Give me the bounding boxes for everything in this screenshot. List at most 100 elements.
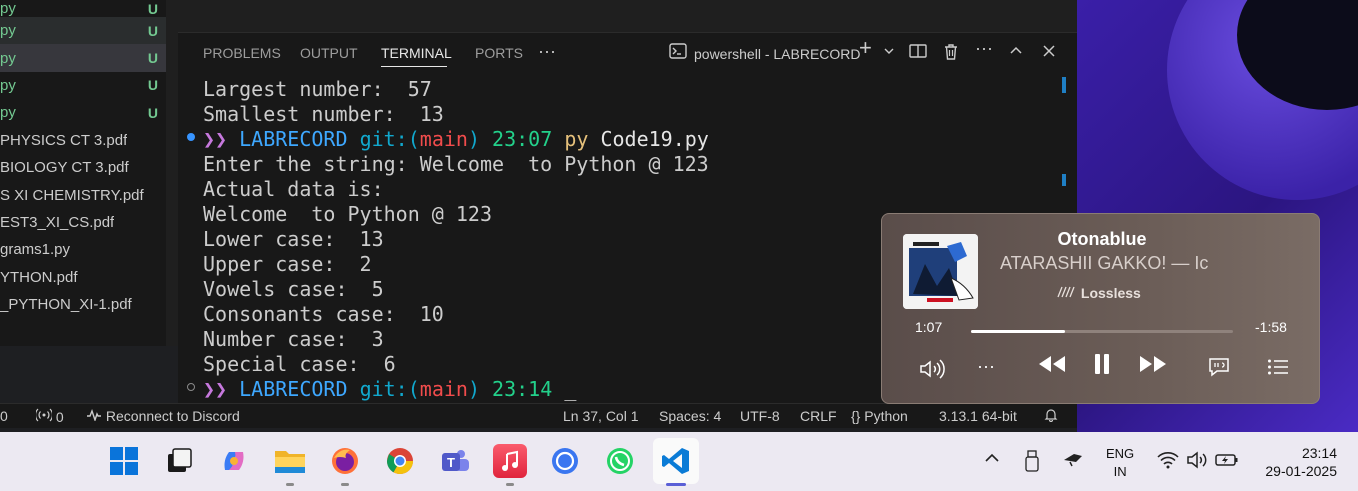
explorer-item[interactable]: py U bbox=[0, 99, 166, 126]
terminal-line: Number case: 3 bbox=[203, 327, 384, 351]
region-code: IN bbox=[1113, 464, 1127, 479]
active-tab-indicator bbox=[381, 66, 447, 67]
file-name: _PYTHON_XI-1.pdf bbox=[0, 296, 132, 314]
tab-terminal[interactable]: TERMINAL bbox=[381, 45, 452, 61]
explorer-item[interactable]: S XI CHEMISTRY.pdf bbox=[0, 181, 166, 208]
system-clock[interactable]: 23:14 29-01-2025 bbox=[1257, 444, 1337, 480]
input-language[interactable]: ENG IN bbox=[1106, 445, 1134, 481]
apple-music-icon[interactable] bbox=[493, 444, 527, 478]
explorer-item[interactable]: py U bbox=[0, 0, 166, 17]
ports-status[interactable]: 0 bbox=[34, 408, 64, 425]
explorer-item[interactable]: EST3_XI_CS.pdf bbox=[0, 209, 166, 236]
pen-icon[interactable] bbox=[1062, 450, 1084, 473]
encoding[interactable]: UTF-8 bbox=[740, 408, 780, 424]
file-explorer-icon[interactable] bbox=[273, 444, 307, 478]
git-untracked-badge: U bbox=[147, 0, 158, 17]
explorer-item[interactable]: PHYSICS CT 3.pdf bbox=[0, 127, 166, 154]
lyrics-icon[interactable] bbox=[1207, 355, 1231, 384]
running-indicator bbox=[286, 483, 294, 486]
explorer-item[interactable]: py U bbox=[0, 44, 166, 72]
album-art[interactable] bbox=[903, 234, 978, 309]
maximize-panel-chevron-up-icon[interactable] bbox=[1008, 43, 1024, 64]
explorer-item[interactable]: YTHON.pdf bbox=[0, 264, 166, 291]
explorer-item[interactable]: py U bbox=[0, 72, 166, 99]
close-panel-icon[interactable] bbox=[1042, 43, 1056, 64]
queue-list-icon[interactable] bbox=[1267, 358, 1289, 381]
terminal-line: Actual data is: bbox=[203, 177, 384, 201]
previous-track-icon[interactable] bbox=[1037, 354, 1067, 379]
wifi-icon[interactable] bbox=[1157, 451, 1179, 474]
chevron-down-icon[interactable] bbox=[883, 43, 895, 64]
python-interpreter[interactable]: 3.13.1 64-bit bbox=[939, 408, 1017, 424]
terminal-line: Smallest number: 13 bbox=[203, 102, 444, 126]
more-tabs-icon[interactable]: ··· bbox=[538, 41, 556, 62]
indentation[interactable]: Spaces: 4 bbox=[659, 408, 721, 424]
cursor-position[interactable]: Ln 37, Col 1 bbox=[563, 408, 639, 424]
prompt-git: git:( bbox=[359, 377, 420, 401]
windows-start-icon[interactable] bbox=[107, 444, 141, 478]
copilot-icon[interactable] bbox=[217, 444, 251, 478]
pause-icon[interactable] bbox=[1092, 352, 1112, 381]
prompt-arrows: ❯❯ bbox=[203, 127, 228, 151]
git-untracked-badge: U bbox=[147, 77, 158, 94]
vscode-icon[interactable] bbox=[653, 438, 699, 484]
tab-output[interactable]: OUTPUT bbox=[300, 45, 358, 61]
command-success-decoration[interactable] bbox=[187, 133, 195, 141]
tab-ports[interactable]: PORTS bbox=[475, 45, 523, 61]
battery-charging-icon[interactable] bbox=[1215, 452, 1239, 473]
signal-icon[interactable] bbox=[548, 444, 582, 478]
next-track-icon[interactable] bbox=[1138, 354, 1168, 379]
media-player: Otonablue ATARASHII GAKKO! — Ic Lossless… bbox=[881, 213, 1320, 404]
language-mode[interactable]: {} Python bbox=[851, 408, 908, 424]
file-name: py bbox=[0, 104, 16, 122]
prompt-arrows: ❯❯ bbox=[203, 377, 228, 401]
taskbar: T ENG IN 23:14 29-01-2025 bbox=[0, 432, 1358, 491]
explorer-item[interactable]: grams1.py bbox=[0, 236, 166, 263]
split-terminal-icon[interactable] bbox=[909, 43, 927, 64]
svg-text:T: T bbox=[447, 455, 455, 470]
sidebar-sash[interactable] bbox=[166, 0, 178, 346]
elapsed-time: 1:07 bbox=[915, 319, 943, 335]
broadcast-icon bbox=[34, 408, 54, 422]
volume-icon[interactable] bbox=[918, 358, 946, 385]
whatsapp-icon[interactable] bbox=[603, 444, 637, 478]
speaker-icon[interactable] bbox=[1186, 451, 1208, 474]
artist-name[interactable]: ATARASHII GAKKO! — Ic bbox=[1000, 253, 1300, 274]
prompt-dir: LABRECORD bbox=[239, 127, 348, 151]
terminal-name[interactable]: powershell - LABRECORD bbox=[694, 45, 861, 63]
git-untracked-badge: U bbox=[147, 50, 158, 67]
notifications-bell-icon[interactable] bbox=[1044, 408, 1058, 425]
terminal-line: Consonants case: 10 bbox=[203, 302, 444, 326]
command-pending-decoration[interactable] bbox=[187, 383, 195, 391]
tab-problems[interactable]: PROBLEMS bbox=[203, 45, 281, 61]
terminal-line: Vowels case: 5 bbox=[203, 277, 384, 301]
file-name: PHYSICS CT 3.pdf bbox=[0, 131, 128, 149]
explorer-item[interactable]: py U bbox=[0, 17, 166, 45]
problems-count[interactable]: 0 bbox=[0, 408, 8, 424]
terminal-output[interactable]: Largest number: 57 Smallest number: 13 ❯… bbox=[203, 77, 709, 402]
remaining-time: -1:58 bbox=[1255, 319, 1287, 335]
trash-icon[interactable] bbox=[943, 43, 959, 66]
end-of-line[interactable]: CRLF bbox=[800, 408, 837, 424]
file-name: BIOLOGY CT 3.pdf bbox=[0, 159, 129, 177]
status-bar: 0 0 Reconnect to Discord Ln 37, Col 1 Sp… bbox=[0, 403, 1077, 428]
discord-status[interactable]: Reconnect to Discord bbox=[86, 408, 240, 424]
editor-area[interactable] bbox=[178, 0, 1077, 33]
more-options-icon[interactable]: ··· bbox=[977, 356, 995, 377]
new-terminal-plus-icon[interactable]: + bbox=[859, 37, 872, 59]
terminal-line: Lower case: 13 bbox=[203, 227, 384, 251]
explorer-item[interactable]: BIOLOGY CT 3.pdf bbox=[0, 154, 166, 181]
chevron-up-icon[interactable] bbox=[984, 450, 1000, 470]
firefox-icon[interactable] bbox=[328, 444, 362, 478]
terminal-prompt: ❯❯ LABRECORD git:(main) 23:07 py Code19.… bbox=[203, 127, 709, 152]
chrome-icon[interactable] bbox=[383, 444, 417, 478]
explorer-item[interactable]: _PYTHON_XI-1.pdf bbox=[0, 291, 166, 318]
usb-drive-icon[interactable] bbox=[1025, 450, 1039, 477]
file-name: py bbox=[0, 49, 16, 67]
progress-slider[interactable] bbox=[971, 330, 1233, 333]
ports-count: 0 bbox=[55, 409, 64, 425]
task-view-icon[interactable] bbox=[162, 444, 196, 478]
more-actions-icon[interactable]: ··· bbox=[975, 39, 993, 57]
active-app-indicator bbox=[666, 483, 686, 486]
teams-icon[interactable]: T bbox=[438, 444, 472, 478]
